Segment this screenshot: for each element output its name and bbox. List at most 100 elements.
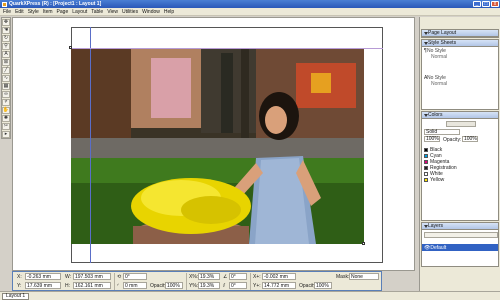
xplus-label: X+: — [253, 274, 261, 280]
picture-angle-field[interactable]: 0° — [229, 273, 247, 280]
pan-tool-icon[interactable]: ✋ — [2, 107, 10, 114]
opacity-field[interactable]: 100% — [462, 136, 478, 142]
menu-layout[interactable]: Layout — [72, 9, 87, 15]
rotate-tool-icon[interactable]: ↻ — [2, 35, 10, 42]
layers-palette: Layers 👁 Default — [421, 222, 499, 267]
colors-header[interactable]: Colors — [422, 112, 498, 119]
opacity-label: Opacity: — [443, 137, 462, 143]
table-tool-icon[interactable]: ▦ — [2, 83, 10, 90]
skew-icon: ⫽ — [223, 283, 226, 289]
rotation-icon: ⟲ — [117, 274, 122, 280]
shade-field[interactable]: 100% — [424, 136, 440, 142]
item-tool-icon[interactable]: ✥ — [2, 19, 10, 26]
maximize-button[interactable]: □ — [482, 1, 490, 7]
colors-palette: Colors Solid 100% Opacity: 100% Black Cy… — [421, 111, 499, 221]
quarkxpress-app-icon — [2, 1, 7, 7]
document-workspace[interactable] — [12, 17, 415, 271]
menu-table[interactable]: Table — [91, 9, 103, 15]
menu-view[interactable]: View — [107, 9, 118, 15]
title-bar: QuarkXPress (R) : [Project1 : Layout 1] … — [0, 0, 500, 8]
ypct-label: Y%: — [189, 283, 199, 289]
mask-select[interactable]: None — [349, 273, 379, 280]
style-sheets-palette: Style Sheets ¶ No Style Normal A No Styl… — [421, 39, 499, 110]
layers-header[interactable]: Layers — [422, 223, 498, 230]
color-mode-buttons[interactable] — [446, 121, 476, 127]
layout-tab[interactable]: Layout 1 — [2, 293, 30, 300]
color-item-yellow[interactable]: Yellow — [424, 177, 444, 183]
y-label: Y: — [17, 283, 22, 289]
picture-skew-field[interactable]: 0° — [229, 282, 247, 289]
page-layout-header[interactable]: Page Layout — [422, 30, 498, 37]
swatch-black — [424, 148, 428, 152]
content-tool-icon[interactable]: ☚ — [2, 27, 10, 34]
palette-panel: Page Layout Style Sheets ¶ No Style Norm… — [419, 17, 500, 291]
x-label: X: — [17, 274, 22, 280]
resize-handle-bottom-right[interactable] — [362, 242, 365, 245]
menu-bar: File Edit Style Item Page Layout Table V… — [0, 8, 500, 16]
menu-file[interactable]: File — [3, 9, 11, 15]
corner-radius-field[interactable]: 0 mm — [123, 282, 147, 289]
style-sheets-header[interactable]: Style Sheets — [422, 40, 498, 47]
minimize-button[interactable]: _ — [473, 1, 481, 7]
close-button[interactable]: x — [491, 1, 499, 7]
picture-box-photo[interactable] — [71, 48, 364, 244]
window-title: QuarkXPress (R) : [Project1 : Layout 1] — [9, 1, 102, 7]
swatch-registration — [424, 166, 428, 170]
corner-radius-icon: ◜ — [117, 283, 119, 289]
swatch-yellow — [424, 178, 428, 182]
measurements-palette: X: -0.263 mm Y: 17.639 mm W: 197.503 mm … — [12, 271, 382, 291]
h-label: H: — [65, 283, 70, 289]
opacity2-field[interactable]: 100% — [314, 282, 332, 289]
separator — [186, 273, 187, 290]
unlink-tool-icon[interactable]: ≠ — [2, 99, 10, 106]
separator — [114, 273, 115, 290]
y-field[interactable]: 17.639 mm — [25, 282, 61, 289]
h-field[interactable]: 162.161 mm — [73, 282, 111, 289]
layer-default[interactable]: 👁 Default — [422, 244, 498, 251]
margin-guide-top — [71, 48, 383, 49]
menu-item[interactable]: Item — [43, 9, 53, 15]
starburst-tool-icon[interactable]: ✺ — [2, 115, 10, 122]
angle2-icon: ∠ — [223, 274, 228, 280]
separator — [250, 273, 251, 290]
yplus-field[interactable]: 14.772 mm — [262, 282, 296, 289]
margin-guide-left — [90, 27, 91, 263]
text-box-tool-icon[interactable]: A — [2, 51, 10, 58]
page-layout-palette: Page Layout — [421, 29, 499, 38]
picture-box-tool-icon[interactable]: ⊠ — [2, 59, 10, 66]
mask-label: Mask: — [336, 274, 350, 280]
yplus-label: Y+: — [253, 283, 261, 289]
menu-window[interactable]: Window — [142, 9, 160, 15]
xpct-label: X%: — [189, 274, 199, 280]
xpct-field[interactable]: 19.3% — [198, 273, 220, 280]
xplus-field[interactable]: -0.002 mm — [262, 273, 296, 280]
color-mode-select[interactable]: Solid — [424, 129, 460, 135]
menu-edit[interactable]: Edit — [15, 9, 24, 15]
status-bar: Layout 1 — [0, 291, 500, 300]
select-point-tool-icon[interactable]: ▸ — [2, 131, 10, 138]
line-tool-icon[interactable]: ╱ — [2, 67, 10, 74]
link-tool-icon[interactable]: ∞ — [2, 91, 10, 98]
scissors-tool-icon[interactable]: ✂ — [2, 123, 10, 130]
resize-handle-top-left[interactable] — [69, 46, 72, 49]
menu-utilities[interactable]: Utilities — [122, 9, 138, 15]
rotation-field[interactable]: 0° — [123, 273, 147, 280]
layer-name: Default — [430, 244, 447, 251]
tools-palette: ✥ ☚ ↻ ⚲ A ⊠ ╱ ∿ ▦ ∞ ≠ ✋ ✺ ✂ ▸ — [1, 17, 11, 139]
swatch-magenta — [424, 160, 428, 164]
menu-style[interactable]: Style — [28, 9, 39, 15]
menu-help[interactable]: Help — [164, 9, 174, 15]
opacity1-field[interactable]: 100% — [165, 282, 183, 289]
w-field[interactable]: 197.503 mm — [73, 273, 111, 280]
zoom-tool-icon[interactable]: ⚲ — [2, 43, 10, 50]
menu-page[interactable]: Page — [57, 9, 69, 15]
paragraph-style-normal[interactable]: Normal — [431, 54, 447, 60]
w-label: W: — [65, 274, 72, 280]
swatch-cyan — [424, 154, 428, 158]
swatch-white — [424, 172, 428, 176]
ypct-field[interactable]: 19.3% — [198, 282, 220, 289]
layers-toolbar[interactable] — [424, 232, 498, 238]
x-field[interactable]: -0.263 mm — [25, 273, 61, 280]
character-style-normal[interactable]: Normal — [431, 81, 447, 87]
text-path-tool-icon[interactable]: ∿ — [2, 75, 10, 82]
